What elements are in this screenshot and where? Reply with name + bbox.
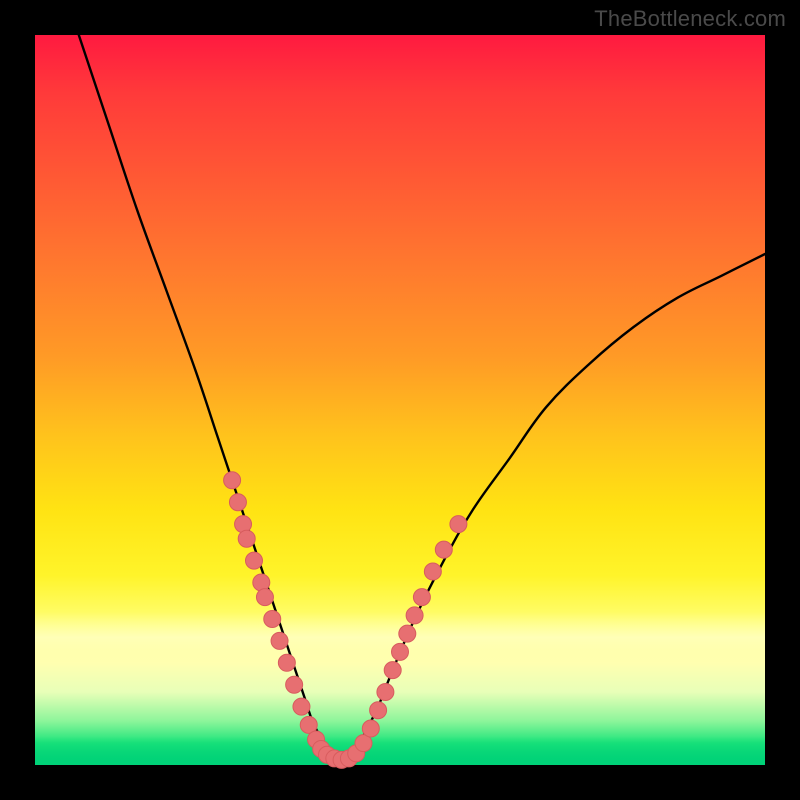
marker-dot xyxy=(424,563,441,580)
marker-dot xyxy=(256,589,273,606)
marker-dot xyxy=(286,676,303,693)
watermark-text: TheBottleneck.com xyxy=(594,6,786,32)
marker-dot xyxy=(293,698,310,715)
marker-dot xyxy=(392,643,409,660)
marker-dot xyxy=(384,662,401,679)
marker-dot xyxy=(450,516,467,533)
marker-dot xyxy=(435,541,452,558)
marker-dot xyxy=(224,472,241,489)
marker-dot xyxy=(399,625,416,642)
marker-dot xyxy=(362,720,379,737)
marker-dot xyxy=(229,494,246,511)
marker-dot xyxy=(238,530,255,547)
marker-dot xyxy=(246,552,263,569)
chart-frame: TheBottleneck.com xyxy=(0,0,800,800)
marker-dot xyxy=(271,632,288,649)
plot-area xyxy=(35,35,765,765)
marker-dot xyxy=(370,702,387,719)
bottleneck-curve xyxy=(79,35,765,765)
marker-dot xyxy=(264,611,281,628)
marker-group xyxy=(224,472,467,769)
marker-dot xyxy=(406,607,423,624)
marker-dot xyxy=(413,589,430,606)
chart-svg xyxy=(35,35,765,765)
marker-dot xyxy=(377,684,394,701)
marker-dot xyxy=(278,654,295,671)
